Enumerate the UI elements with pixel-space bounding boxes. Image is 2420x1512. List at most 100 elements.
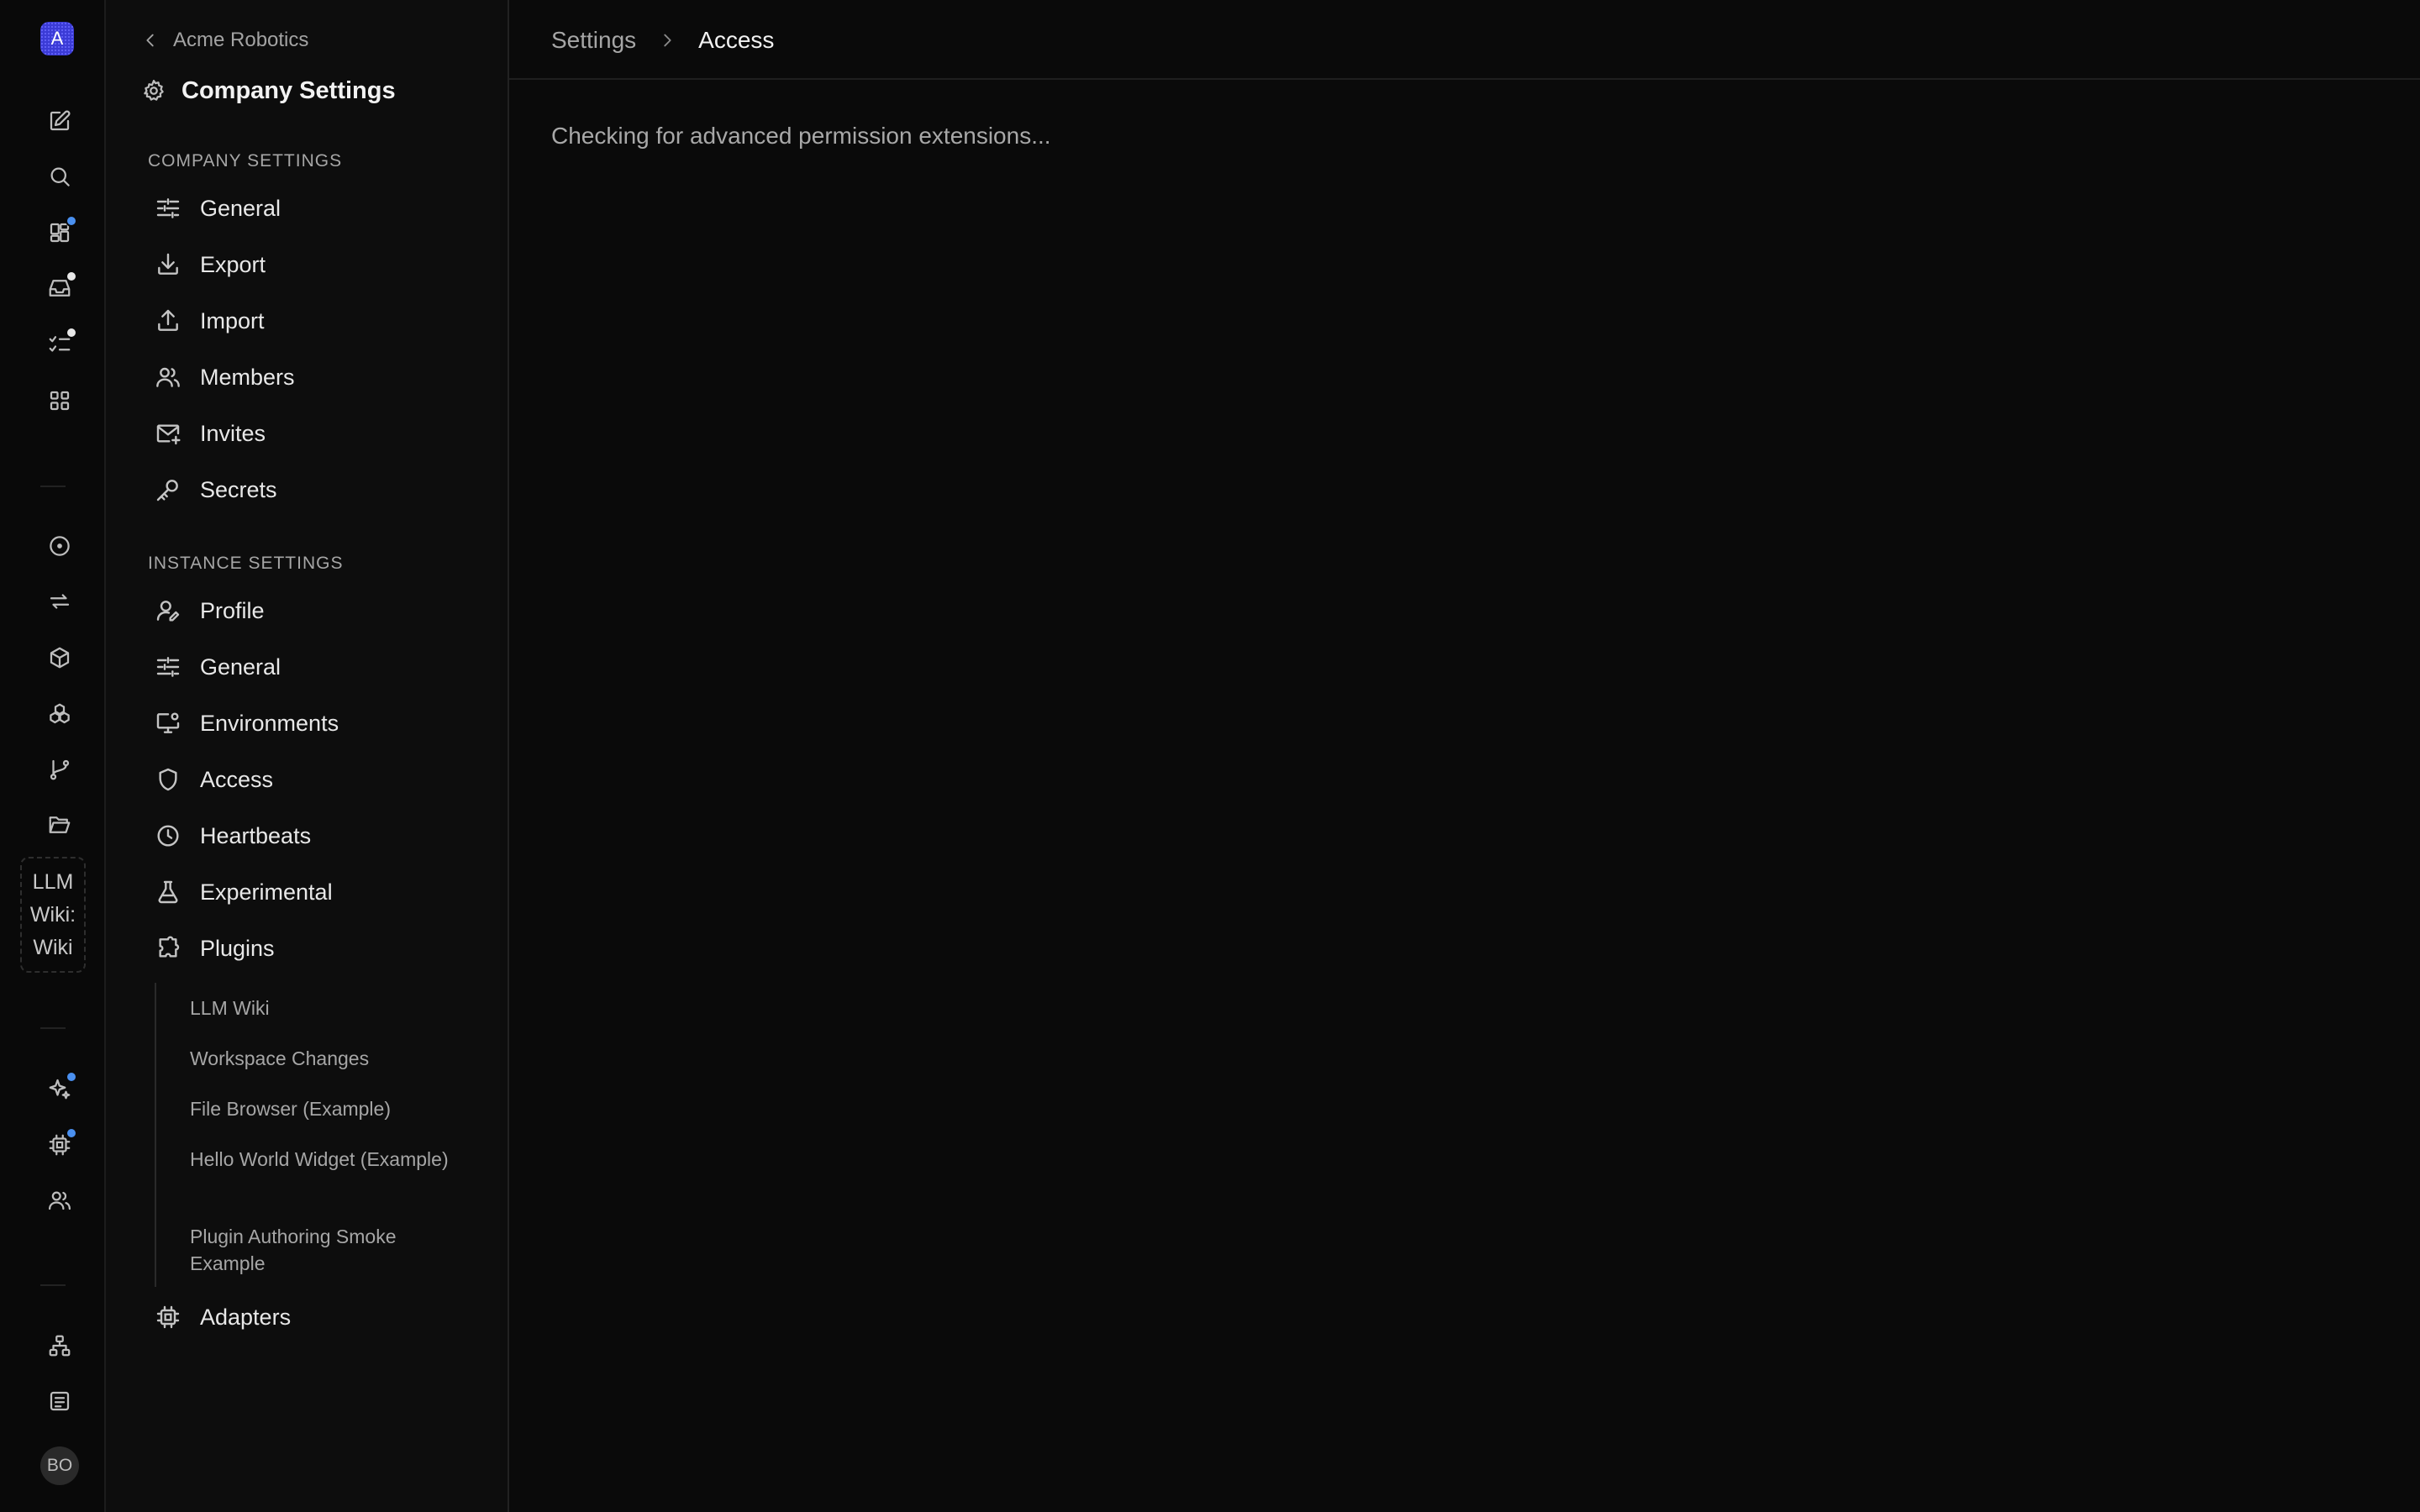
nav-item-label: Profile (200, 597, 265, 623)
user-avatar[interactable]: BO (40, 1446, 79, 1485)
nav-item-environments[interactable]: Environments (139, 699, 492, 748)
compose-icon (50, 110, 71, 131)
my-issues-button[interactable] (36, 321, 83, 368)
nav-item-access[interactable]: Access (139, 755, 492, 804)
nav-item-label: Experimental (200, 879, 333, 905)
org-chart-button[interactable] (36, 1322, 83, 1369)
chevron-left-icon (146, 34, 154, 47)
company-initial: A (50, 28, 64, 49)
folder-open-icon (49, 816, 71, 833)
nav-item-label: Invites (200, 420, 266, 446)
issues-button[interactable] (36, 522, 83, 570)
nav-item-members[interactable]: Members (139, 353, 492, 402)
nav-item-invites[interactable]: Invites (139, 409, 492, 458)
sidebar-title: Company Settings (141, 74, 396, 108)
search-button[interactable] (36, 153, 83, 200)
nav-item-label: Secrets (200, 476, 277, 502)
nav-item-secrets[interactable]: Secrets (139, 465, 492, 514)
nav-item-label: Members (200, 364, 295, 390)
routines-button[interactable] (36, 578, 83, 625)
back-to-company-link[interactable]: Acme Robotics (141, 25, 308, 55)
sidebar-title-text: Company Settings (182, 76, 396, 104)
breadcrumb: Settings Access (551, 0, 774, 80)
notification-dot (66, 215, 77, 227)
plugin-tile-line: Wiki: (29, 902, 76, 927)
nav-item-export[interactable]: Export (139, 240, 492, 289)
company-settings-section-label: COMPANY SETTINGS (148, 151, 343, 171)
nav-item-experimental[interactable]: Experimental (139, 868, 492, 916)
nav-item-label: Export (200, 251, 266, 277)
nav-item-label: Import (200, 307, 265, 333)
rail-divider (40, 1027, 66, 1029)
breadcrumb-current-page: Access (698, 26, 775, 53)
nav-item-label: Adapters (200, 1304, 292, 1330)
plugin-subitem-hello-world-widget[interactable]: Hello World Widget (Example) (190, 1146, 476, 1173)
inbox-button[interactable] (36, 265, 83, 312)
clock-icon (157, 825, 179, 847)
nav-item-company-general[interactable]: General (139, 184, 492, 233)
company-switcher-avatar[interactable]: A (40, 22, 74, 55)
nav-item-label: Access (200, 766, 274, 792)
sliders-icon (156, 198, 180, 218)
rail-divider (40, 486, 66, 487)
git-branch-icon (50, 759, 70, 780)
nav-item-heartbeats[interactable]: Heartbeats (139, 811, 492, 860)
plugin-tile-line: Wiki (33, 935, 73, 959)
icon-rail: A LLM Wiki: Wiki BO (0, 0, 106, 1512)
user-pen-icon (156, 601, 180, 622)
shield-icon (159, 768, 177, 791)
activity-log-button[interactable] (36, 1378, 83, 1425)
nav-item-profile[interactable]: Profile (139, 586, 492, 635)
adapters-button[interactable] (36, 1121, 83, 1168)
users-icon (156, 367, 180, 387)
nav-item-label: Heartbeats (200, 822, 312, 848)
plugin-subitem-workspace-changes[interactable]: Workspace Changes (190, 1045, 476, 1072)
search-icon (50, 167, 70, 186)
plugin-subnav-rail (155, 983, 156, 1287)
notification-dot (66, 270, 77, 282)
settings-sidebar: Acme Robotics Company Settings COMPANY S… (106, 0, 509, 1512)
nav-item-label: General (200, 195, 281, 221)
app-root: A LLM Wiki: Wiki BO Acme Robotics Compan… (0, 0, 2420, 1512)
cpu-icon (156, 1305, 180, 1329)
team-button[interactable] (36, 1177, 83, 1224)
nav-item-plugins[interactable]: Plugins (139, 924, 492, 973)
packages-button[interactable] (36, 634, 83, 681)
plugin-subitem-authoring-smoke[interactable]: Plugin Authoring Smoke Example (190, 1223, 476, 1277)
notification-dot (66, 327, 77, 339)
files-button[interactable] (36, 801, 83, 848)
agents-button[interactable] (36, 690, 83, 738)
top-bar: Settings Access (509, 0, 2420, 80)
nav-item-instance-general[interactable]: General (139, 643, 492, 691)
instance-settings-section-label: INSTANCE SETTINGS (148, 554, 344, 573)
apps-button[interactable] (36, 377, 83, 424)
nav-item-adapters[interactable]: Adapters (139, 1293, 492, 1341)
breadcrumb-settings-link[interactable]: Settings (551, 27, 636, 54)
flask-icon (158, 880, 178, 904)
back-link-label: Acme Robotics (173, 29, 309, 51)
main-content: Settings Access Checking for advanced pe… (509, 0, 2420, 1512)
grid-icon (50, 391, 70, 411)
dashboard-button[interactable] (36, 209, 83, 256)
users-icon (49, 1191, 71, 1210)
user-initials: BO (46, 1456, 73, 1475)
llm-wiki-plugin-tile[interactable]: LLM Wiki: Wiki (20, 857, 86, 973)
branches-button[interactable] (36, 746, 83, 793)
gear-icon (144, 80, 164, 101)
nav-item-label: Environments (200, 710, 339, 736)
nav-item-import[interactable]: Import (139, 297, 492, 345)
key-icon (156, 480, 178, 501)
upload-icon (158, 309, 178, 331)
cube-icon (50, 647, 70, 669)
ai-assistant-button[interactable] (36, 1065, 83, 1112)
plugin-subitem-llm-wiki[interactable]: LLM Wiki (190, 995, 476, 1021)
loading-status-message: Checking for advanced permission extensi… (551, 123, 1051, 149)
nav-item-label: General (200, 654, 281, 680)
document-list-icon (50, 1391, 70, 1411)
notification-dot (66, 1127, 77, 1139)
plugin-tile-label: LLM Wiki: Wiki (30, 866, 76, 964)
plugin-subitem-file-browser[interactable]: File Browser (Example) (190, 1095, 476, 1122)
chevron-right-icon (664, 34, 671, 46)
repeat-icon (50, 594, 70, 609)
new-issue-button[interactable] (36, 97, 83, 144)
